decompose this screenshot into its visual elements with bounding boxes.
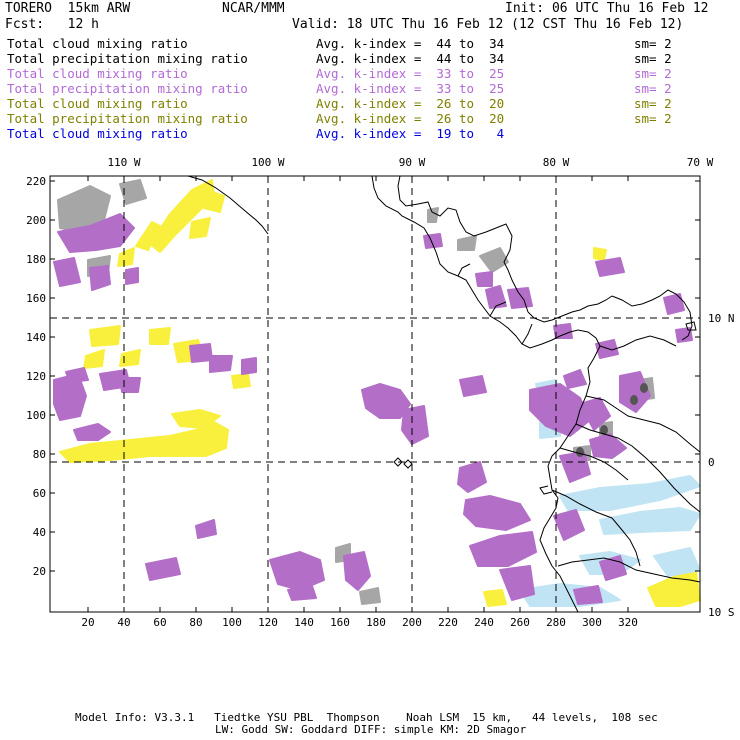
yellow-cloud-area-6 [83, 349, 105, 369]
purple-cloud-area-44 [209, 355, 233, 373]
purple-cloud-area-45 [241, 357, 257, 375]
y-tick-label-8: 60 [33, 487, 46, 500]
x-tick-label-13: 280 [546, 616, 566, 629]
purple-cloud-area-46 [145, 557, 181, 581]
purple-cloud-area-67 [485, 285, 507, 309]
dark-cloud-core-2 [576, 447, 584, 457]
purple-cloud-area-50 [343, 551, 371, 591]
x-tick-label-6: 140 [294, 616, 314, 629]
purple-cloud-area-52 [401, 405, 429, 445]
lat-label-0: 10 N [708, 312, 735, 325]
x-tick-label-11: 240 [474, 616, 494, 629]
lat-label-2: 10 S [708, 606, 735, 619]
yellow-cloud-area-13 [593, 247, 607, 261]
yellow-cloud-area-4 [117, 247, 135, 267]
y-tick-label-10: 20 [33, 565, 46, 578]
x-tick-label-14: 300 [582, 616, 602, 629]
gray-cloud-area-21 [427, 207, 439, 223]
x-tick-label-7: 160 [330, 616, 350, 629]
purple-cloud-area-64 [553, 509, 585, 541]
gray-cloud-area-20 [457, 235, 477, 251]
purple-cloud-area-41 [73, 423, 111, 441]
footer-physics-info: LW: Godd SW: Goddard DIFF: simple KM: 2D… [215, 723, 527, 736]
lon-label-0: 110 W [107, 156, 140, 169]
yellow-cloud-area-7 [119, 349, 141, 367]
yellow-cloud-area-15 [483, 589, 507, 607]
gulf-of-guayaquil [539, 485, 553, 495]
lon-label-3: 80 W [543, 156, 570, 169]
purple-cloud-area-47 [195, 519, 217, 539]
purple-cloud-area-74 [553, 323, 573, 339]
purple-cloud-area-54 [457, 461, 487, 493]
lat-label-1: 0 [708, 456, 715, 469]
cloud-fields [53, 179, 701, 607]
lon-label-4: 70 W [687, 156, 714, 169]
purple-cloud-area-48 [269, 551, 325, 591]
yellow-cloud-area-2 [203, 189, 225, 213]
x-tick-label-12: 260 [510, 616, 530, 629]
x-tick-label-15: 320 [618, 616, 638, 629]
galapagos [393, 457, 413, 469]
purple-cloud-area-69 [475, 271, 493, 287]
y-tick-label-7: 80 [33, 448, 46, 461]
yellow-cloud-area-5 [89, 325, 121, 347]
purple-cloud-area-36 [89, 265, 111, 291]
purple-cloud-area-57 [499, 565, 535, 601]
purple-cloud-area-72 [663, 293, 685, 315]
yellow-cloud-area-0 [149, 179, 215, 253]
lon-label-1: 100 W [251, 156, 284, 169]
yellow-cloud-area-8 [149, 327, 171, 345]
purple-cloud-area-56 [469, 531, 537, 567]
purple-cloud-area-63 [559, 451, 591, 483]
x-tick-label-3: 80 [189, 616, 202, 629]
purple-cloud-area-68 [507, 287, 533, 309]
purple-cloud-area-71 [595, 257, 625, 277]
gray-cloud-area-23 [359, 587, 381, 605]
purple-cloud-area-39 [65, 367, 89, 383]
purple-cloud-area-62 [563, 369, 587, 389]
x-tick-label-1: 40 [117, 616, 130, 629]
x-tick-label-0: 20 [81, 616, 94, 629]
purple-cloud-area-53 [459, 375, 487, 397]
purple-cloud-area-43 [189, 343, 213, 363]
y-tick-label-3: 160 [26, 292, 46, 305]
x-tick-label-10: 220 [438, 616, 458, 629]
forecast-map: 110 W 100 W 90 W 80 W 70 W 10 N 0 10 S 220 200 180… [26, 156, 735, 629]
lightblue-cloud-area-31 [653, 547, 701, 577]
purple-cloud-area-60 [589, 433, 627, 459]
x-tick-label-5: 120 [258, 616, 278, 629]
y-tick-label-9: 40 [33, 526, 46, 539]
y-tick-label-0: 220 [26, 175, 46, 188]
gray-cloud-area-19 [479, 247, 509, 273]
x-tick-label-4: 100 [222, 616, 242, 629]
yellow-cloud-area-14 [647, 571, 701, 607]
y-tick-label-2: 180 [26, 253, 46, 266]
purple-cloud-area-35 [53, 257, 81, 287]
dark-cloud-core-0 [640, 383, 648, 393]
purple-cloud-area-55 [463, 495, 531, 531]
y-tick-label-1: 200 [26, 214, 46, 227]
x-tick-label-2: 60 [153, 616, 166, 629]
yellow-cloud-area-12 [231, 373, 251, 389]
x-tick-label-9: 200 [402, 616, 422, 629]
purple-cloud-area-66 [573, 585, 603, 605]
lon-label-2: 90 W [399, 156, 426, 169]
purple-cloud-area-37 [125, 267, 139, 285]
yellow-cloud-area-3 [189, 217, 211, 239]
x-tick-label-8: 180 [366, 616, 386, 629]
y-tick-label-4: 140 [26, 331, 46, 344]
purple-cloud-area-42 [119, 377, 141, 393]
dark-cloud-core-3 [630, 395, 638, 405]
y-tick-label-5: 120 [26, 370, 46, 383]
y-tick-label-6: 100 [26, 409, 46, 422]
